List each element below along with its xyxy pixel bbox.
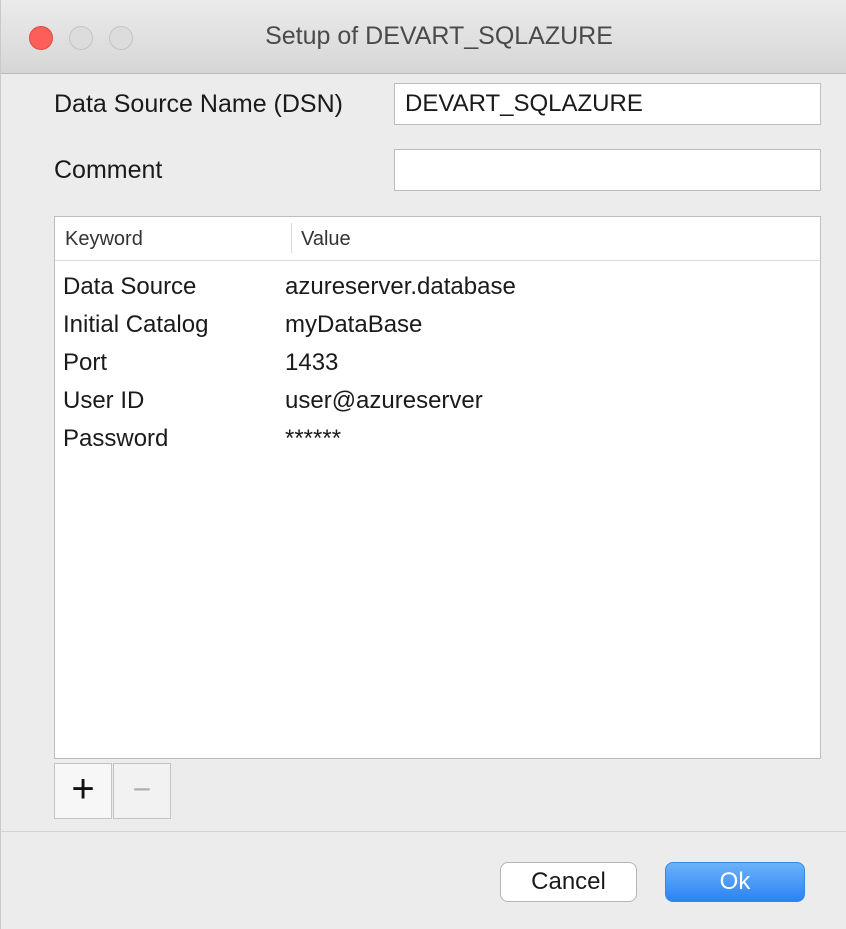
keyword-cell[interactable]: Initial Catalog <box>63 311 208 339</box>
comment-label: Comment <box>54 156 163 184</box>
connection-properties-table[interactable]: Keyword Value Data Source azureserver.da… <box>54 216 821 759</box>
keyword-cell[interactable]: User ID <box>63 387 144 415</box>
remove-row-button[interactable]: − <box>113 763 171 819</box>
footer-divider <box>1 831 846 832</box>
comment-field[interactable] <box>394 149 821 191</box>
table-row[interactable]: Data Source azureserver.database <box>55 267 820 305</box>
dsn-label: Data Source Name (DSN) <box>54 90 343 118</box>
value-cell[interactable]: user@azureserver <box>285 387 483 415</box>
value-cell[interactable]: azureserver.database <box>285 273 516 301</box>
value-cell[interactable]: 1433 <box>285 349 338 377</box>
title-bar: Setup of DEVART_SQLAZURE <box>1 0 846 74</box>
keyword-cell[interactable]: Data Source <box>63 273 196 301</box>
cancel-button[interactable]: Cancel <box>500 862 637 902</box>
keyword-column-header[interactable]: Keyword <box>65 228 143 251</box>
add-row-button[interactable]: + <box>54 763 112 819</box>
ok-button[interactable]: Ok <box>665 862 805 902</box>
keyword-cell[interactable]: Password <box>63 425 168 453</box>
keyword-cell[interactable]: Port <box>63 349 107 377</box>
table-row[interactable]: Port 1433 <box>55 343 820 381</box>
value-column-header[interactable]: Value <box>301 228 351 251</box>
table-row[interactable]: Password ****** <box>55 419 820 457</box>
dsn-field[interactable] <box>394 83 821 125</box>
table-header: Keyword Value <box>55 217 820 261</box>
setup-dialog: Setup of DEVART_SQLAZURE Data Source Nam… <box>0 0 846 929</box>
table-row[interactable]: User ID user@azureserver <box>55 381 820 419</box>
table-row[interactable]: Initial Catalog myDataBase <box>55 305 820 343</box>
window-title: Setup of DEVART_SQLAZURE <box>265 22 613 50</box>
value-cell[interactable]: ****** <box>285 425 341 453</box>
column-divider[interactable] <box>291 223 292 253</box>
value-cell[interactable]: myDataBase <box>285 311 422 339</box>
